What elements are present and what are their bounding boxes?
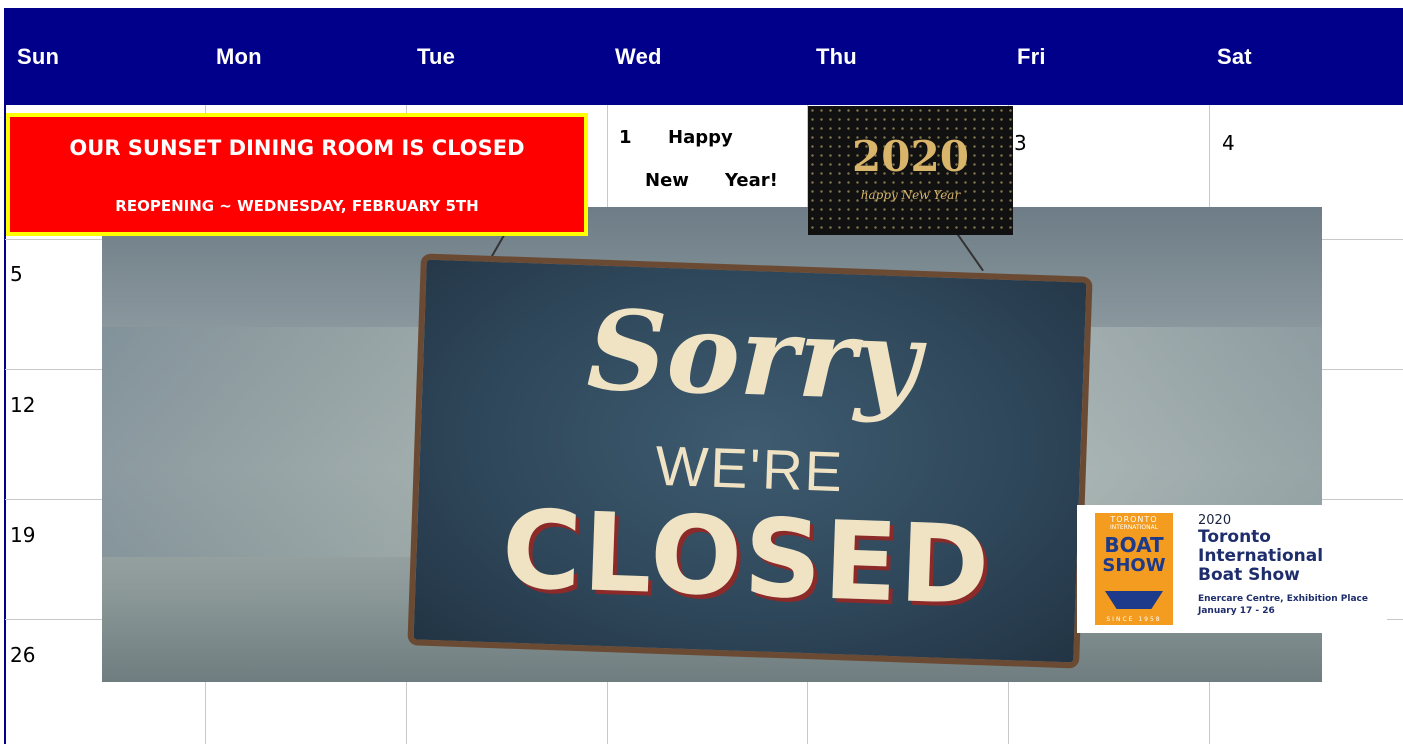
weekday-sun: Sun — [17, 44, 60, 69]
logo-boat-text: BOAT — [1104, 533, 1164, 557]
day-number: 12 — [10, 393, 36, 417]
new-text: New — [645, 170, 689, 191]
weekday-tue: Tue — [417, 44, 456, 69]
day-number: 4 — [1222, 131, 1235, 155]
day-number: 1 — [619, 127, 632, 148]
boat-show-year: 2020 — [1198, 513, 1232, 528]
year-text: Year! — [725, 170, 778, 191]
logo-since-text: SINCE 1958 — [1106, 616, 1162, 623]
new-year-cell: 1 Happy New Year! — [612, 110, 807, 205]
happy-text: Happy — [668, 127, 733, 148]
boat-show-dates: January 17 - 26 — [1198, 606, 1275, 616]
image-caption-text: happy New Year — [860, 188, 961, 202]
sign-closed-text: CLOSED — [499, 487, 994, 630]
boat-show-ad: TORONTO INTERNATIONAL BOAT SHOW SINCE 19… — [1077, 505, 1387, 633]
logo-top-text: TORONTO — [1110, 515, 1158, 524]
boat-show-logo: TORONTO INTERNATIONAL BOAT SHOW SINCE 19… — [1095, 513, 1173, 625]
closed-notice-banner: OUR SUNSET DINING ROOM IS CLOSED REOPENI… — [6, 113, 588, 236]
weekday-mon: Mon — [216, 44, 262, 69]
logo-sub-text: INTERNATIONAL — [1109, 524, 1159, 531]
banner-headline: OUR SUNSET DINING ROOM IS CLOSED — [69, 136, 525, 160]
day-number: 5 — [10, 262, 23, 286]
calendar: Sun Mon Tue Wed Thu Fri Sat 3 4 5 12 19 … — [0, 0, 1403, 744]
weekday-sat: Sat — [1217, 44, 1252, 69]
weekday-thu: Thu — [816, 44, 857, 69]
day-number: 26 — [10, 643, 36, 667]
boat-icon — [1105, 591, 1163, 609]
boat-show-name-3: Boat Show — [1198, 565, 1300, 585]
image-year-text: 2020 — [852, 132, 969, 181]
sign-sorry-text: Sorry — [585, 285, 923, 426]
new-year-2020-image: 2020 happy New Year — [808, 106, 1013, 235]
closed-sign: Sorry WE'RE CLOSED — [407, 253, 1093, 669]
day-number: 19 — [10, 523, 36, 547]
logo-show-text: SHOW — [1102, 555, 1166, 576]
weekday-wed: Wed — [615, 44, 662, 69]
boat-show-name-2: International — [1198, 546, 1324, 566]
banner-subline: REOPENING ~ WEDNESDAY, FEBRUARY 5TH — [115, 197, 479, 215]
weekday-fri: Fri — [1017, 44, 1046, 69]
weekday-header — [5, 8, 1403, 105]
day-number: 3 — [1014, 131, 1027, 155]
boat-show-venue: Enercare Centre, Exhibition Place — [1198, 594, 1368, 604]
boat-show-name-1: Toronto — [1198, 527, 1271, 547]
